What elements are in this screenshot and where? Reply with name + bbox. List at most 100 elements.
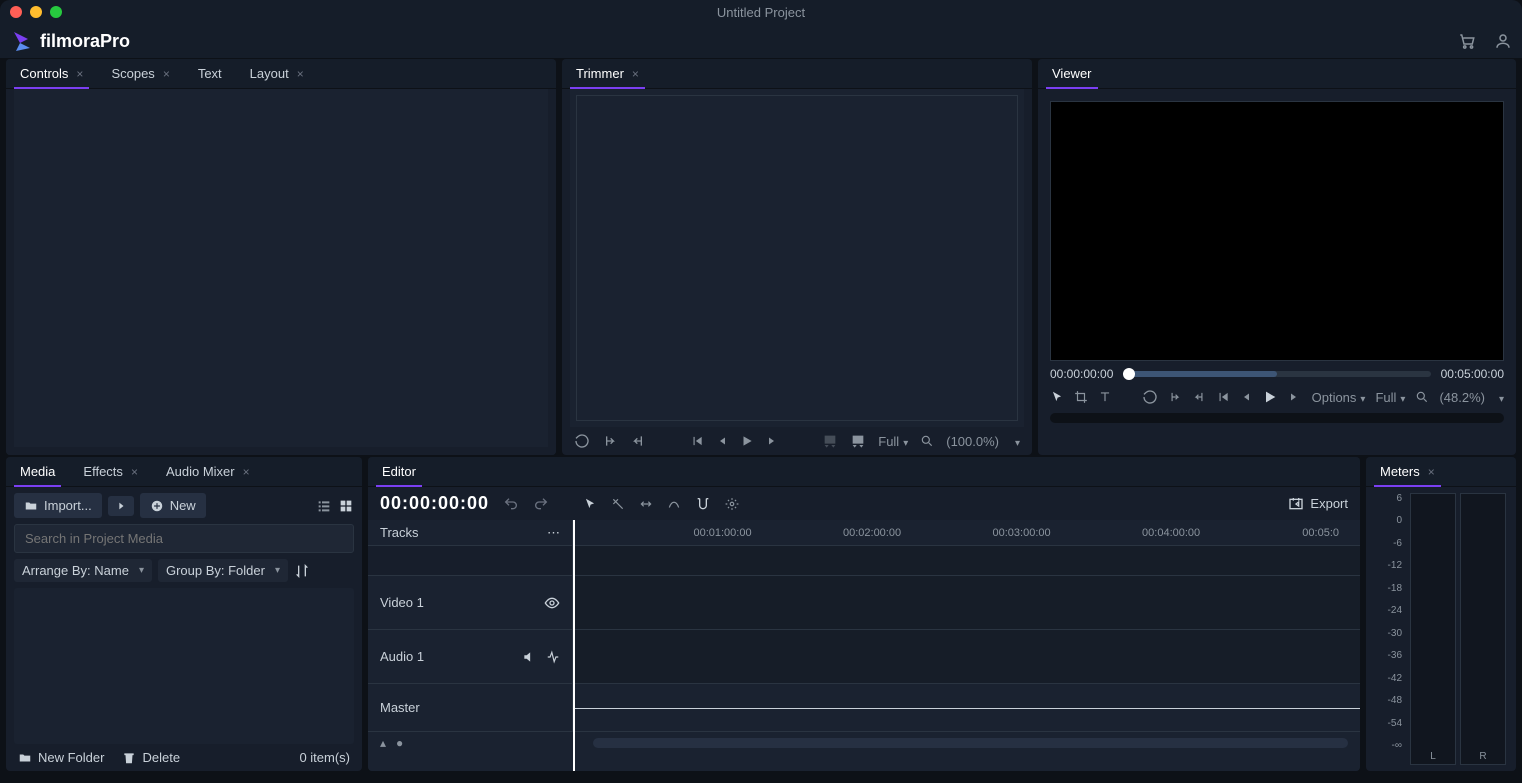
waveform-icon[interactable]	[546, 650, 560, 664]
delete-button[interactable]: Delete	[122, 750, 180, 765]
undo-icon[interactable]	[503, 496, 519, 512]
channel-label: L	[1430, 751, 1436, 762]
track-lane[interactable]	[573, 546, 1360, 575]
app-logo: filmoraPro	[10, 29, 130, 53]
export-button[interactable]: Export	[1288, 496, 1348, 512]
tab-trimmer[interactable]: Trimmer ×	[562, 59, 653, 88]
step-forward-icon[interactable]	[1288, 391, 1300, 403]
mark-in-icon[interactable]	[602, 433, 618, 449]
snap-icon[interactable]	[695, 496, 711, 512]
meter-tick: -6	[1376, 538, 1402, 549]
zoom-slider-dot[interactable]: ●	[396, 736, 403, 750]
zoom-out-icon[interactable]: ▴	[380, 736, 386, 750]
new-label: New	[170, 498, 196, 513]
options-dropdown[interactable]: Options	[1312, 390, 1366, 405]
close-window-button[interactable]	[10, 6, 22, 18]
slip-tool-icon[interactable]	[639, 497, 653, 511]
grid-view-icon[interactable]	[338, 498, 354, 514]
loop-icon[interactable]	[1142, 389, 1158, 405]
scale-dropdown[interactable]: Full	[878, 434, 908, 449]
text-tool-icon[interactable]	[1098, 390, 1112, 404]
topbar: filmoraPro	[0, 24, 1522, 59]
tab-label: Trimmer	[576, 66, 624, 81]
tracks-menu-icon[interactable]: ⋯	[547, 525, 560, 541]
close-icon[interactable]: ×	[632, 67, 639, 81]
settings-icon[interactable]	[725, 497, 739, 511]
mute-icon[interactable]	[522, 650, 536, 664]
list-view-icon[interactable]	[316, 498, 332, 514]
editor-timecode[interactable]: 00:00:00:00	[380, 493, 489, 514]
tab-effects[interactable]: Effects×	[69, 457, 152, 486]
tab-text[interactable]: Text	[184, 59, 236, 88]
redo-icon[interactable]	[533, 496, 549, 512]
viewer-progress-bar[interactable]	[1123, 371, 1430, 377]
select-tool-icon[interactable]	[1050, 390, 1064, 404]
playhead-knob[interactable]	[1123, 368, 1135, 380]
timeline-scrollbar[interactable]	[593, 738, 1348, 748]
viewer-canvas[interactable]	[1050, 101, 1504, 361]
visibility-icon[interactable]	[544, 595, 560, 611]
sort-order-icon[interactable]	[294, 563, 310, 579]
media-bin[interactable]	[14, 588, 354, 744]
import-more-button[interactable]	[108, 496, 134, 516]
loop-icon[interactable]	[574, 433, 590, 449]
rate-tool-icon[interactable]	[667, 497, 681, 511]
tab-scopes[interactable]: Scopes×	[97, 59, 183, 88]
track-lane-video[interactable]	[573, 576, 1360, 629]
search-input[interactable]	[14, 524, 354, 553]
menu-dropdown[interactable]	[1011, 434, 1020, 449]
meter-bar-left: L	[1410, 493, 1456, 765]
scale-dropdown[interactable]: Full	[1375, 390, 1405, 405]
menu-dropdown[interactable]	[1495, 390, 1504, 405]
go-start-icon[interactable]	[1216, 390, 1230, 404]
user-icon[interactable]	[1494, 32, 1512, 50]
tab-viewer[interactable]: Viewer	[1038, 59, 1106, 88]
viewer-scrollbar[interactable]	[1050, 413, 1504, 423]
import-button[interactable]: Import...	[14, 493, 102, 518]
close-icon[interactable]: ×	[131, 465, 138, 479]
arrange-by-dropdown[interactable]: Arrange By: Name	[14, 559, 152, 582]
mark-in-icon[interactable]	[1168, 390, 1182, 404]
tab-controls[interactable]: Controls×	[6, 59, 97, 88]
step-back-icon[interactable]	[716, 435, 728, 447]
zoom-icon[interactable]	[1415, 390, 1429, 404]
maximize-window-button[interactable]	[50, 6, 62, 18]
tab-media[interactable]: Media	[6, 457, 69, 486]
meter-tick: -24	[1376, 605, 1402, 616]
mark-out-icon[interactable]	[1192, 390, 1206, 404]
playhead[interactable]	[573, 520, 575, 771]
track-header-video[interactable]: Video 1	[368, 576, 573, 629]
zoom-icon[interactable]	[920, 434, 934, 448]
overwrite-icon[interactable]	[850, 433, 866, 449]
group-by-dropdown[interactable]: Group By: Folder	[158, 559, 288, 582]
timeline-ruler[interactable]: 00:01:00:00 00:02:00:00 00:03:00:00 00:0…	[573, 520, 1360, 545]
tab-audio-mixer[interactable]: Audio Mixer×	[152, 457, 264, 486]
track-header-master[interactable]: Master	[368, 684, 573, 731]
play-icon[interactable]	[1262, 389, 1278, 405]
go-start-icon[interactable]	[690, 434, 704, 448]
step-back-icon[interactable]	[1240, 391, 1252, 403]
close-icon[interactable]: ×	[76, 67, 83, 81]
crop-tool-icon[interactable]	[1074, 390, 1088, 404]
new-folder-button[interactable]: New Folder	[18, 750, 104, 765]
meters-panel: Meters× 6 0 -6 -12 -18 -24 -30 -36 -42 -…	[1366, 457, 1516, 771]
close-icon[interactable]: ×	[1428, 465, 1435, 479]
track-header-audio[interactable]: Audio 1	[368, 630, 573, 683]
minimize-window-button[interactable]	[30, 6, 42, 18]
insert-icon[interactable]	[822, 433, 838, 449]
tab-layout[interactable]: Layout×	[236, 59, 318, 88]
select-tool-icon[interactable]	[583, 497, 597, 511]
close-icon[interactable]: ×	[163, 67, 170, 81]
track-lane-audio[interactable]	[573, 630, 1360, 683]
close-icon[interactable]: ×	[243, 465, 250, 479]
new-button[interactable]: New	[140, 493, 206, 518]
mark-out-icon[interactable]	[630, 433, 646, 449]
step-forward-icon[interactable]	[766, 435, 778, 447]
track-lane-master[interactable]	[573, 684, 1360, 731]
close-icon[interactable]: ×	[297, 67, 304, 81]
tab-editor[interactable]: Editor	[368, 457, 430, 486]
play-icon[interactable]	[740, 434, 754, 448]
cart-icon[interactable]	[1458, 32, 1476, 50]
slice-tool-icon[interactable]	[611, 497, 625, 511]
tab-meters[interactable]: Meters×	[1366, 457, 1449, 486]
